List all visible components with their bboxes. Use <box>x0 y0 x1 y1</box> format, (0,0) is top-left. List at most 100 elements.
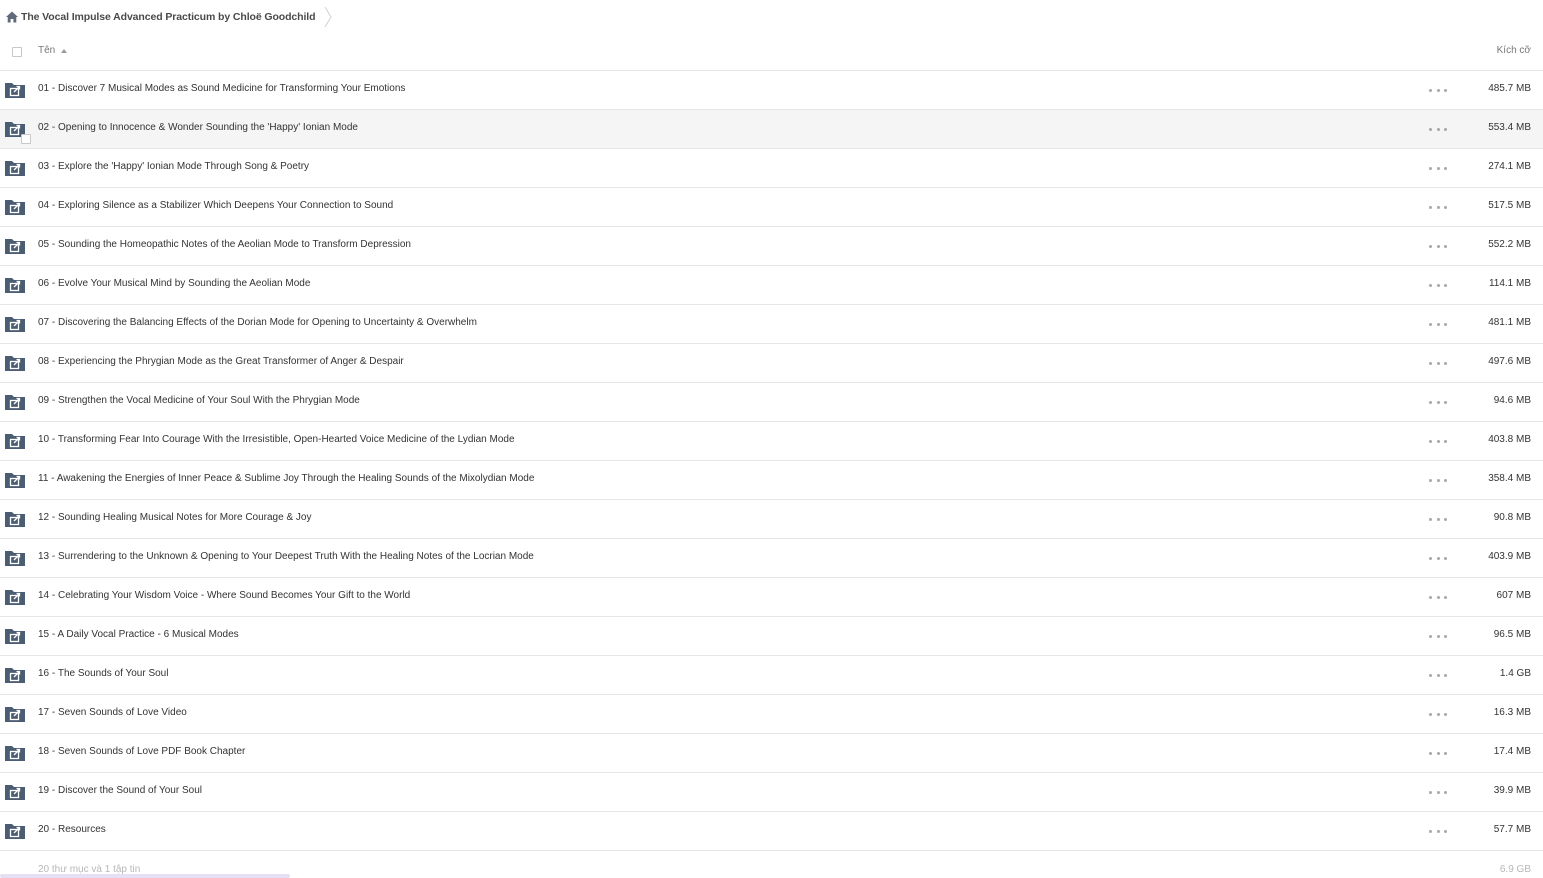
row-name[interactable]: 19 - Discover the Sound of Your Soul <box>38 785 202 796</box>
row-name[interactable]: 16 - The Sounds of Your Soul <box>38 668 168 679</box>
table-row[interactable]: 10 - Transforming Fear Into Courage With… <box>0 422 1543 461</box>
row-size: 403.9 MB <box>1488 551 1531 562</box>
shared-folder-icon[interactable] <box>4 432 26 450</box>
shared-folder-icon[interactable] <box>4 81 26 99</box>
row-size: 96.5 MB <box>1493 629 1531 640</box>
shared-folder-icon[interactable] <box>4 198 26 216</box>
row-size: 17.4 MB <box>1493 746 1531 757</box>
shared-folder-icon[interactable] <box>4 237 26 255</box>
column-header-size[interactable]: Kích cỡ <box>1497 45 1531 56</box>
row-name[interactable]: 17 - Seven Sounds of Love Video <box>38 707 187 718</box>
row-name[interactable]: 11 - Awakening the Energies of Inner Pea… <box>38 473 534 484</box>
row-size: 485.7 MB <box>1488 83 1531 94</box>
table-row[interactable]: 12 - Sounding Healing Musical Notes for … <box>0 500 1543 539</box>
shared-folder-icon[interactable] <box>4 783 26 801</box>
more-horizontal-icon[interactable] <box>1429 278 1447 292</box>
row-size: 39.9 MB <box>1493 785 1531 796</box>
shared-folder-icon[interactable] <box>4 705 26 723</box>
more-horizontal-icon[interactable] <box>1429 434 1447 448</box>
row-checkbox[interactable] <box>21 134 31 144</box>
shared-folder-icon[interactable] <box>4 393 26 411</box>
row-name[interactable]: 06 - Evolve Your Musical Mind by Soundin… <box>38 278 310 289</box>
shared-folder-icon[interactable] <box>4 588 26 606</box>
row-size: 16.3 MB <box>1493 707 1531 718</box>
shared-folder-icon[interactable] <box>4 666 26 684</box>
row-name[interactable]: 10 - Transforming Fear Into Courage With… <box>38 434 515 445</box>
file-list: 01 - Discover 7 Musical Modes as Sound M… <box>0 71 1543 851</box>
table-row[interactable]: 03 - Explore the 'Happy' Ionian Mode Thr… <box>0 149 1543 188</box>
table-row[interactable]: 11 - Awakening the Energies of Inner Pea… <box>0 461 1543 500</box>
row-size: 481.1 MB <box>1488 317 1531 328</box>
more-horizontal-icon[interactable] <box>1429 707 1447 721</box>
more-horizontal-icon[interactable] <box>1429 200 1447 214</box>
more-horizontal-icon[interactable] <box>1429 512 1447 526</box>
shared-folder-icon[interactable] <box>4 510 26 528</box>
row-name[interactable]: 01 - Discover 7 Musical Modes as Sound M… <box>38 83 405 94</box>
table-row[interactable]: 06 - Evolve Your Musical Mind by Soundin… <box>0 266 1543 305</box>
more-horizontal-icon[interactable] <box>1429 785 1447 799</box>
table-row[interactable]: 01 - Discover 7 Musical Modes as Sound M… <box>0 71 1543 110</box>
row-name[interactable]: 14 - Celebrating Your Wisdom Voice - Whe… <box>38 590 410 601</box>
sort-ascending-icon[interactable] <box>61 49 67 53</box>
more-horizontal-icon[interactable] <box>1429 473 1447 487</box>
table-row[interactable]: 18 - Seven Sounds of Love PDF Book Chapt… <box>0 734 1543 773</box>
table-row[interactable]: 09 - Strengthen the Vocal Medicine of Yo… <box>0 383 1543 422</box>
row-name[interactable]: 13 - Surrendering to the Unknown & Openi… <box>38 551 534 562</box>
row-name[interactable]: 08 - Experiencing the Phrygian Mode as t… <box>38 356 404 367</box>
table-row[interactable]: 20 - Resources 57.7 MB <box>0 812 1543 851</box>
table-row[interactable]: 07 - Discovering the Balancing Effects o… <box>0 305 1543 344</box>
row-name[interactable]: 05 - Sounding the Homeopathic Notes of t… <box>38 239 411 250</box>
more-horizontal-icon[interactable] <box>1429 161 1447 175</box>
shared-folder-icon[interactable] <box>4 822 26 840</box>
row-name[interactable]: 15 - A Daily Vocal Practice - 6 Musical … <box>38 629 239 640</box>
row-size: 358.4 MB <box>1488 473 1531 484</box>
more-horizontal-icon[interactable] <box>1429 395 1447 409</box>
table-row[interactable]: 05 - Sounding the Homeopathic Notes of t… <box>0 227 1543 266</box>
shared-folder-icon[interactable] <box>4 159 26 177</box>
row-name[interactable]: 04 - Exploring Silence as a Stabilizer W… <box>38 200 393 211</box>
shared-folder-icon[interactable] <box>4 315 26 333</box>
more-horizontal-icon[interactable] <box>1429 746 1447 760</box>
row-name[interactable]: 18 - Seven Sounds of Love PDF Book Chapt… <box>38 746 245 757</box>
shared-folder-icon[interactable] <box>4 471 26 489</box>
footer-total-size: 6.9 GB <box>1499 864 1531 875</box>
more-horizontal-icon[interactable] <box>1429 551 1447 565</box>
table-row[interactable]: 08 - Experiencing the Phrygian Mode as t… <box>0 344 1543 383</box>
table-row[interactable]: 15 - A Daily Vocal Practice - 6 Musical … <box>0 617 1543 656</box>
table-row[interactable]: 17 - Seven Sounds of Love Video 16.3 MB <box>0 695 1543 734</box>
shared-folder-icon[interactable] <box>4 276 26 294</box>
table-row[interactable]: 14 - Celebrating Your Wisdom Voice - Whe… <box>0 578 1543 617</box>
more-horizontal-icon[interactable] <box>1429 824 1447 838</box>
horizontal-scrollbar[interactable] <box>0 874 290 878</box>
row-name[interactable]: 20 - Resources <box>38 824 106 835</box>
shared-folder-icon[interactable] <box>4 744 26 762</box>
more-horizontal-icon[interactable] <box>1429 239 1447 253</box>
table-row[interactable]: 04 - Exploring Silence as a Stabilizer W… <box>0 188 1543 227</box>
row-size: 57.7 MB <box>1493 824 1531 835</box>
row-name[interactable]: 09 - Strengthen the Vocal Medicine of Yo… <box>38 395 360 406</box>
shared-folder-icon[interactable] <box>4 549 26 567</box>
shared-folder-icon[interactable] <box>4 627 26 645</box>
more-horizontal-icon[interactable] <box>1429 83 1447 97</box>
home-icon[interactable] <box>5 10 19 24</box>
row-size: 90.8 MB <box>1493 512 1531 523</box>
row-name[interactable]: 02 - Opening to Innocence & Wonder Sound… <box>38 122 358 133</box>
more-horizontal-icon[interactable] <box>1429 317 1447 331</box>
more-horizontal-icon[interactable] <box>1429 668 1447 682</box>
more-horizontal-icon[interactable] <box>1429 356 1447 370</box>
row-name[interactable]: 03 - Explore the 'Happy' Ionian Mode Thr… <box>38 161 309 172</box>
more-horizontal-icon[interactable] <box>1429 122 1447 136</box>
more-horizontal-icon[interactable] <box>1429 590 1447 604</box>
row-name[interactable]: 12 - Sounding Healing Musical Notes for … <box>38 512 311 523</box>
breadcrumb-folder-title[interactable]: The Vocal Impulse Advanced Practicum by … <box>21 11 316 23</box>
table-row[interactable]: 19 - Discover the Sound of Your Soul 39.9… <box>0 773 1543 812</box>
row-name[interactable]: 07 - Discovering the Balancing Effects o… <box>38 317 477 328</box>
list-header: Tên Kích cỡ <box>0 33 1543 71</box>
shared-folder-icon[interactable] <box>4 354 26 372</box>
table-row[interactable]: 16 - The Sounds of Your Soul 1.4 GB <box>0 656 1543 695</box>
column-header-name[interactable]: Tên <box>38 45 55 56</box>
select-all-checkbox[interactable] <box>12 47 22 57</box>
table-row[interactable]: 02 - Opening to Innocence & Wonder Sound… <box>0 110 1543 149</box>
table-row[interactable]: 13 - Surrendering to the Unknown & Openi… <box>0 539 1543 578</box>
more-horizontal-icon[interactable] <box>1429 629 1447 643</box>
